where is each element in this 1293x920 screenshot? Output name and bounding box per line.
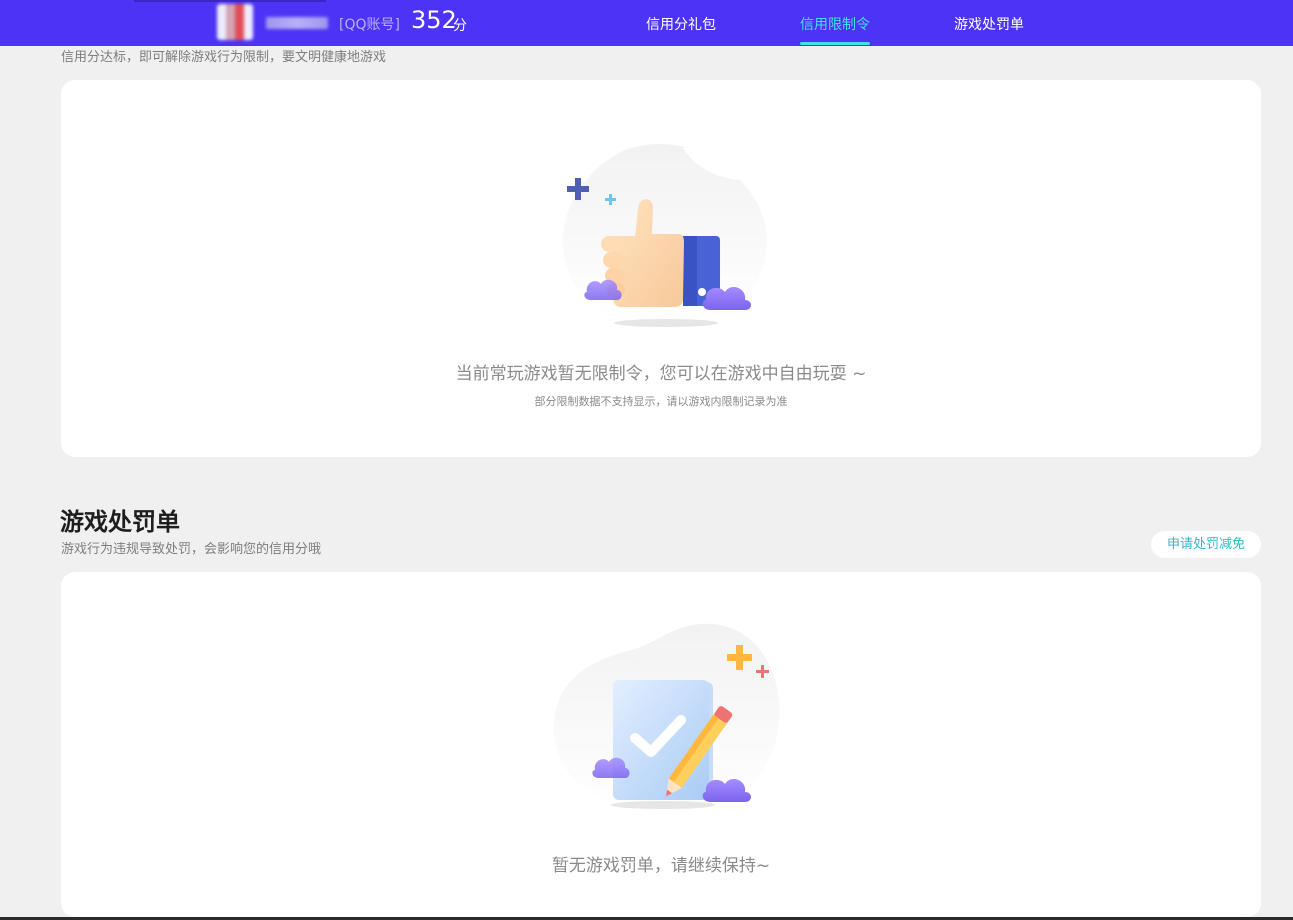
tab-game-penalty[interactable]: 游戏处罚单 <box>954 14 1024 34</box>
penalty-card: 暂无游戏罚单，请继续保持~ <box>61 572 1261 917</box>
restriction-description: 信用分达标，即可解除游戏行为限制，要文明健康地游戏 <box>61 50 387 65</box>
credit-score-unit: 分 <box>453 18 467 34</box>
penalty-section-title: 游戏处罚单 <box>60 508 180 536</box>
top-nav-bar: [QQ账号] 352 分 信用分礼包 信用限制令 游戏处罚单 <box>0 0 1293 46</box>
active-tab-underline <box>800 42 870 45</box>
clipboard-check-illustration <box>553 623 780 812</box>
account-type-label: [QQ账号] <box>339 17 400 33</box>
top-strip <box>134 0 326 2</box>
thumbs-up-illustration <box>562 144 767 327</box>
tab-credit-gift[interactable]: 信用分礼包 <box>646 14 716 34</box>
nickname-blurred <box>266 17 328 29</box>
restriction-empty-message: 当前常玩游戏暂无限制令，您可以在游戏中自由玩耍 ~ <box>455 364 867 384</box>
apply-penalty-reduction-button[interactable]: 申请处罚减免 <box>1151 531 1261 558</box>
tab-credit-restriction[interactable]: 信用限制令 <box>800 14 870 34</box>
restriction-card: 当前常玩游戏暂无限制令，您可以在游戏中自由玩耍 ~ 部分限制数据不支持显示，请以… <box>61 80 1261 457</box>
penalty-empty-message: 暂无游戏罚单，请继续保持~ <box>551 856 771 876</box>
avatar[interactable] <box>217 4 253 40</box>
penalty-description: 游戏行为违规导致处罚，会影响您的信用分哦 <box>61 542 322 557</box>
credit-score-value: 352 <box>411 6 457 34</box>
restriction-empty-note: 部分限制数据不支持显示，请以游戏内限制记录为准 <box>534 395 788 408</box>
